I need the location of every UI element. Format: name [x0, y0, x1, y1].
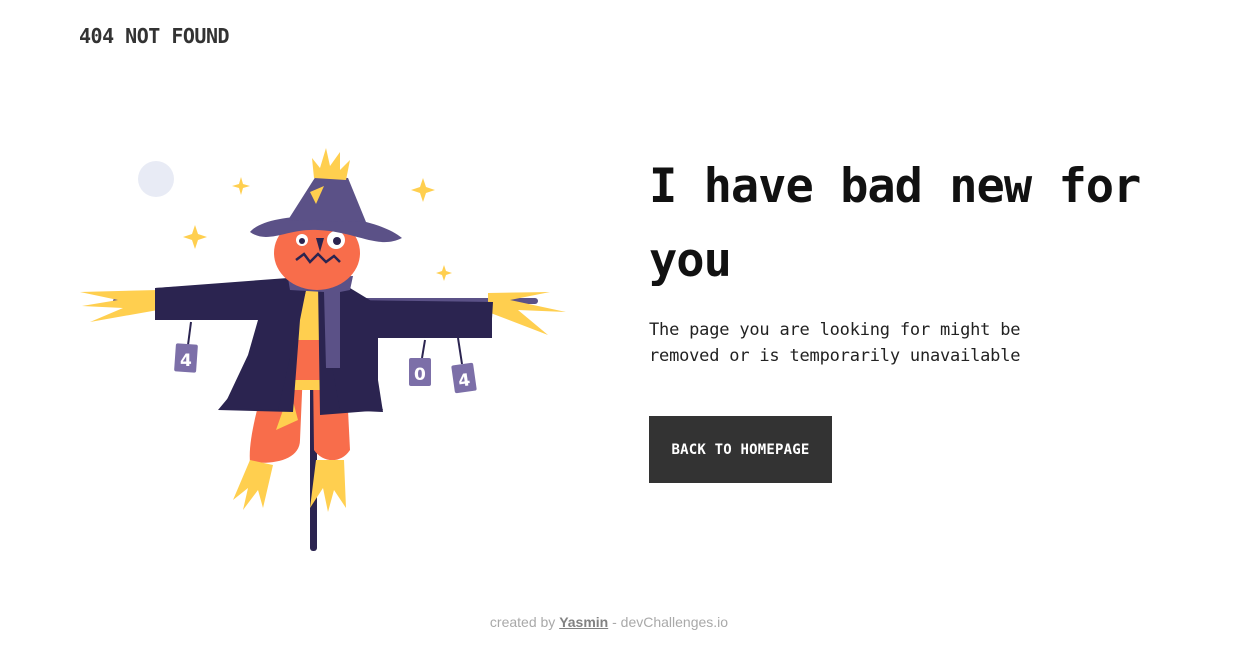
left-pupil [299, 238, 305, 244]
scarecrow-illustration: 4 0 4 [80, 148, 566, 551]
error-message: The page you are looking for might be re… [649, 320, 1021, 366]
footer-separator: - [608, 614, 621, 630]
hat-straw [312, 148, 350, 180]
footer-prefix: created by [489, 614, 556, 630]
hat-crown [288, 176, 366, 222]
straw-feet [233, 460, 346, 512]
can-2-digit: 0 [414, 365, 426, 385]
right-pupil [333, 237, 341, 245]
back-to-homepage-button[interactable]: BACK TO HOMEPAGE [649, 416, 832, 483]
can-1-digit: 4 [180, 351, 192, 371]
footer-site: devChallenges.io [620, 614, 729, 630]
site-brand: 404 NOT FOUND [79, 24, 230, 48]
author-link[interactable]: Yasmin [559, 614, 608, 630]
footer-credit: created by Yasmin - devChallenges.io [0, 614, 1218, 630]
page-headline: I have bad new for you [649, 159, 1141, 288]
moon-circle [138, 161, 174, 197]
